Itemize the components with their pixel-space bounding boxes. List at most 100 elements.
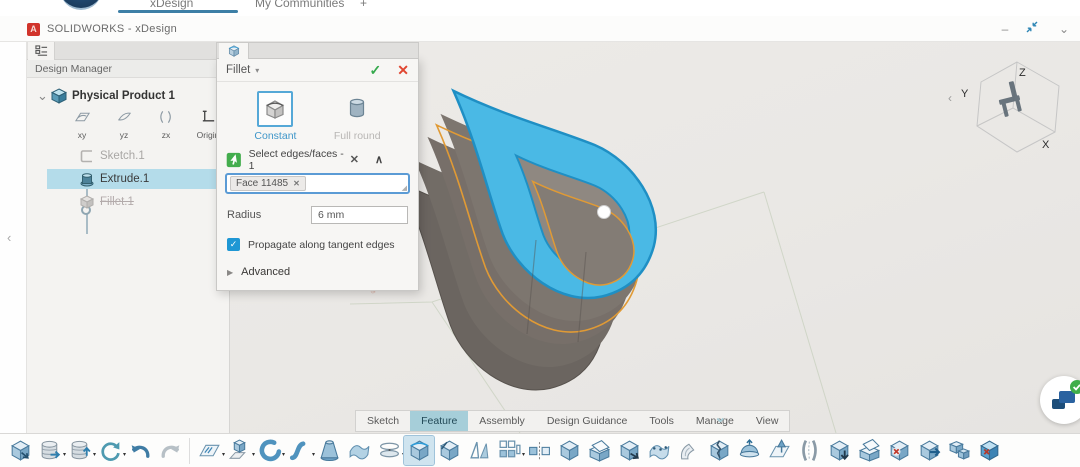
collaboration-chat-button[interactable] (1040, 376, 1080, 424)
toolbar-loft-button[interactable] (314, 436, 344, 465)
titlebar: A SOLIDWORKS - xDesign – ⌄ (0, 16, 1080, 42)
field-resize-grip-icon[interactable]: ◢ (402, 184, 407, 192)
confirm-button[interactable]: ✓ (370, 62, 382, 79)
tree-item-sketch1[interactable]: Sketch.1 ⋮ (27, 146, 229, 166)
design-manager-panel: Design Manager ⌄ Physical Product 1 ⋮ xy (27, 42, 230, 433)
toolbar-freeform-button[interactable] (644, 436, 674, 465)
dialog-caret-icon[interactable]: ▾ (255, 66, 259, 75)
toolbar-rib-button[interactable] (794, 436, 824, 465)
tree-structure-icon (35, 45, 48, 58)
toolbar-revolve-button[interactable]: ▾ (254, 436, 284, 465)
toolbar-update-button[interactable]: ▾ (95, 436, 125, 465)
toolbar-sketch-button[interactable]: ▾ (194, 436, 224, 465)
panel-title: Design Manager (27, 60, 229, 78)
toolbar-chamfer-button[interactable] (434, 436, 464, 465)
tab-feature[interactable]: Feature (410, 411, 468, 431)
new-tab-button[interactable]: + (360, 0, 367, 10)
fillet-mode-options: Constant Full round (217, 82, 418, 142)
cancel-button[interactable]: ✕ (397, 62, 409, 79)
toolbar-shell-button[interactable] (584, 436, 614, 465)
radius-row: Radius 6 mm (217, 206, 418, 224)
toolbar-split-button[interactable] (704, 436, 734, 465)
browser-tab-xdesign[interactable]: xDesign (150, 0, 193, 10)
toolbar-replace-face-button[interactable] (914, 436, 944, 465)
app-logo-icon: A (27, 23, 40, 36)
toolbar-remove-face-button[interactable] (854, 436, 884, 465)
tab-tools[interactable]: Tools (638, 411, 685, 431)
selection-field[interactable]: Face 11485 ✕ ◢ (225, 173, 410, 194)
propagate-checkbox[interactable]: ✓ (227, 238, 240, 251)
toolbar-delete-face-button[interactable] (884, 436, 914, 465)
mode-constant[interactable]: Constant (254, 91, 296, 142)
surface-icon (347, 438, 372, 463)
toolbar-stiffener-button[interactable] (764, 436, 794, 465)
view-cube-rotate-left-arrow[interactable]: ‹ (948, 91, 952, 105)
freeform-icon (647, 438, 672, 463)
toolbar-save-button[interactable]: ▾ (35, 436, 65, 465)
collapse-window-button[interactable]: ⌄ (1054, 20, 1074, 38)
plane-xy[interactable]: xy (67, 110, 97, 140)
fillet-dialog-tab[interactable] (219, 43, 249, 59)
compass-logo-icon[interactable] (60, 0, 102, 10)
toolbar-undo-button[interactable] (125, 436, 155, 465)
chip-label: Face 11485 (236, 178, 288, 189)
toolbar-delete-body-button[interactable] (974, 436, 1004, 465)
plane-yz[interactable]: yz (109, 110, 139, 140)
tab-design-guidance[interactable]: Design Guidance (536, 411, 639, 431)
tree-item-physical-product[interactable]: ⌄ Physical Product 1 ⋮ (27, 86, 229, 106)
selection-chip[interactable]: Face 11485 ✕ (230, 176, 306, 191)
view-cube[interactable]: Z Y X ‹ (948, 62, 1059, 152)
toolbar-fillet-button[interactable] (404, 436, 434, 465)
toolbar-surface-button[interactable] (344, 436, 374, 465)
toolbar-dome-button[interactable] (734, 436, 764, 465)
insert-component-icon (8, 438, 33, 463)
mode-full-round[interactable]: Full round (334, 91, 381, 142)
toolbar-draft-button[interactable] (464, 436, 494, 465)
plane-zx[interactable]: zx (151, 110, 181, 140)
toolbar-reference-geometry-button[interactable]: ▾ (374, 436, 404, 465)
expand-chevron-icon[interactable]: ⌄ (37, 92, 51, 100)
toolbar-move-face-button[interactable] (614, 436, 644, 465)
dialog-tabstrip (216, 42, 419, 58)
toolbar-insert-component-button[interactable] (5, 436, 35, 465)
toolbar-share-button[interactable]: ▾ (65, 436, 95, 465)
minimize-button[interactable]: – (995, 20, 1015, 38)
toolbar-combine-button[interactable] (554, 436, 584, 465)
browser-tab-my-communities[interactable]: My Communities (255, 0, 344, 10)
copy-body-icon (947, 438, 972, 463)
restore-resize-button[interactable] (1022, 20, 1042, 38)
axis-label-z: Z (1019, 67, 1026, 79)
toolbar-mirror-button[interactable] (524, 436, 554, 465)
sweep-icon (287, 438, 312, 463)
radius-input[interactable]: 6 mm (311, 206, 408, 224)
tree-item-fillet1[interactable]: Fillet.1 (27, 192, 229, 212)
tab-assembly[interactable]: Assembly (468, 411, 536, 431)
toolbar-move-body-button[interactable] (824, 436, 854, 465)
tree-item-label: Physical Product 1 (72, 90, 175, 102)
loft-icon (317, 438, 342, 463)
dialog-header: Fillet ▾ ✓ ✕ (217, 59, 418, 82)
toolbar-bend-button[interactable] (674, 436, 704, 465)
tree-item-extrude1[interactable]: Extrude.1 ⋮ (47, 169, 229, 189)
default-planes-row: xy yz zx Or (67, 110, 229, 140)
tab-sketch[interactable]: Sketch (356, 411, 410, 431)
toolbar-copy-body-button[interactable] (944, 436, 974, 465)
clear-selection-button[interactable]: ✕ (350, 153, 359, 166)
tab-view[interactable]: View (745, 411, 790, 431)
toolbar-pattern-button[interactable]: ▾ (494, 436, 524, 465)
collapse-selection-icon[interactable]: ∧ (375, 153, 383, 166)
selection-label: Select edges/faces - 1 (249, 148, 350, 172)
dialog-title: Fillet (226, 64, 250, 76)
fillet-icon (407, 438, 432, 463)
tabbar-collapse-chevron[interactable]: ⌄ (714, 408, 727, 426)
radius-label: Radius (227, 209, 261, 221)
toolbar-sweep-button[interactable]: ▾ (284, 436, 314, 465)
panel-collapse-chevron[interactable]: ‹ (7, 230, 11, 245)
design-manager-tab[interactable] (28, 42, 55, 60)
toolbar-extrude-button[interactable]: ▾ (224, 436, 254, 465)
toolbar-redo-button[interactable] (155, 436, 185, 465)
delete-body-icon (977, 438, 1002, 463)
advanced-expander-icon[interactable]: ▶ (227, 268, 233, 277)
chip-remove-icon[interactable]: ✕ (293, 179, 300, 188)
advanced-row[interactable]: ▶ Advanced (217, 266, 418, 278)
